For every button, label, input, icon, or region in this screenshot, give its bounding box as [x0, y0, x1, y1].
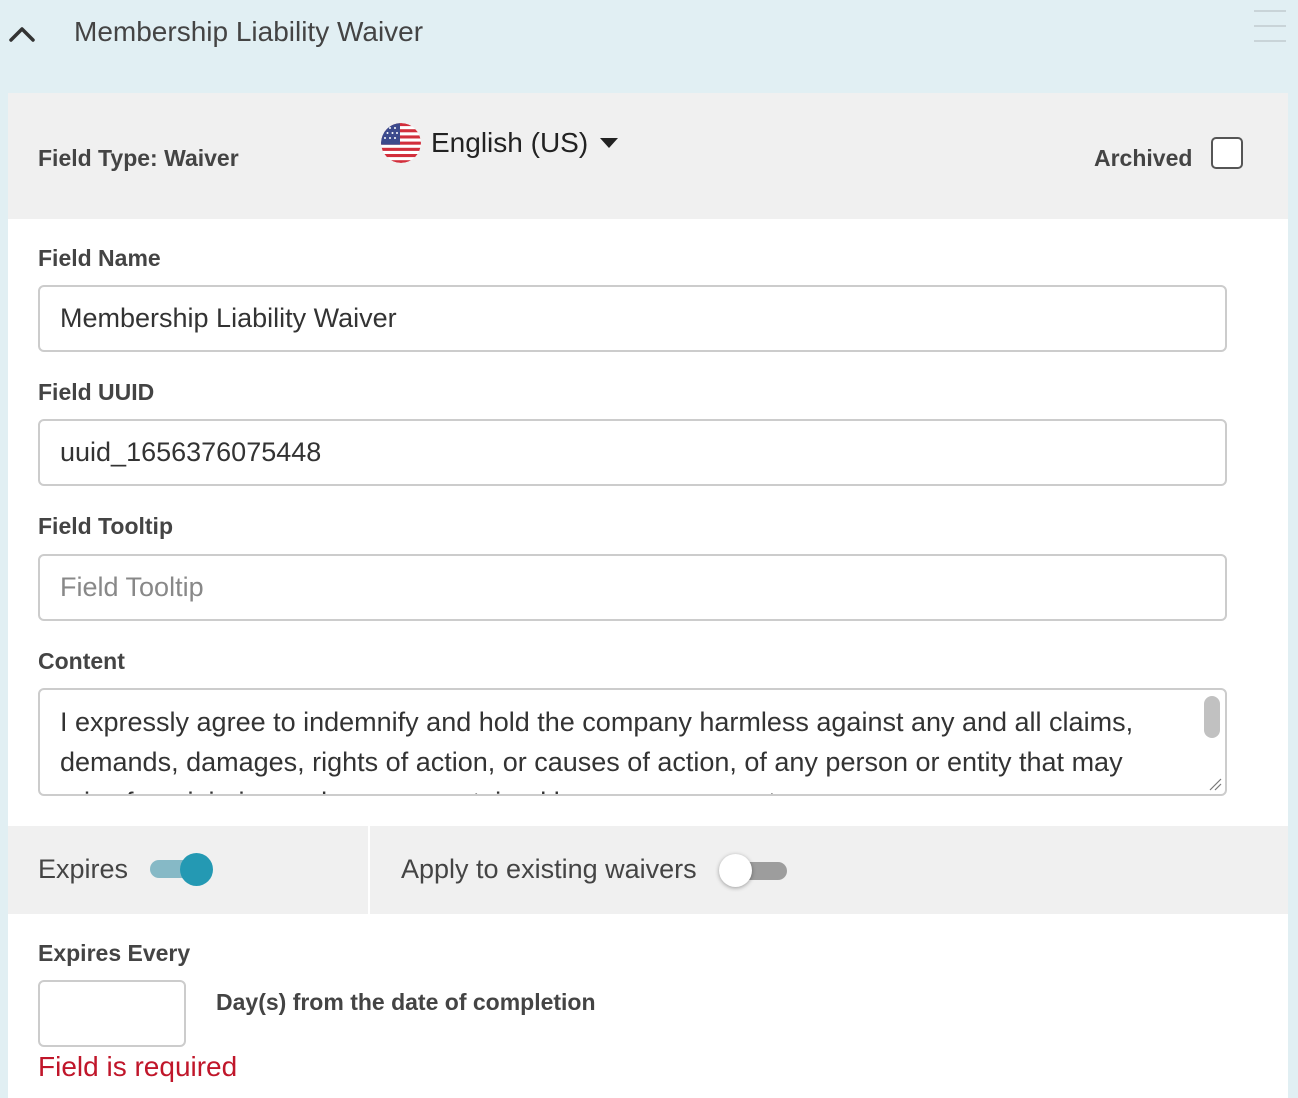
apply-toggle-knob — [719, 854, 752, 887]
apply-existing-toggle[interactable] — [719, 854, 791, 888]
expires-toggle[interactable] — [150, 852, 214, 886]
field-uuid-input[interactable] — [38, 419, 1227, 486]
field-name-input[interactable] — [38, 285, 1227, 352]
language-label: English (US) — [431, 127, 589, 158]
content-label: Content — [38, 648, 125, 674]
caret-down-icon — [600, 138, 619, 148]
expires-every-input[interactable] — [38, 980, 186, 1047]
language-selector[interactable]: English (US) — [381, 123, 619, 163]
field-name-label: Field Name — [38, 245, 161, 271]
apply-existing-label: Apply to existing waivers — [401, 854, 697, 884]
field-tooltip-input[interactable] — [38, 554, 1227, 621]
field-type-label: Field Type: Waiver — [38, 145, 239, 171]
section-header: Membership Liability Waiver — [0, 0, 1298, 93]
us-flag-icon — [381, 123, 421, 163]
expires-label: Expires — [38, 854, 129, 884]
field-uuid-label: Field UUID — [38, 379, 155, 405]
section-title: Membership Liability Waiver — [74, 16, 424, 47]
toggle-divider — [368, 826, 370, 914]
drag-handle-icon[interactable] — [1254, 8, 1288, 44]
expires-toggle-knob — [180, 853, 213, 886]
days-unit-label: Day(s) from the date of completion — [216, 989, 596, 1015]
field-editor-panel: Field Type: Waiver English (US) Archived… — [8, 93, 1288, 1098]
required-error: Field is required — [38, 1051, 238, 1082]
field-tooltip-label: Field Tooltip — [38, 513, 173, 539]
chevron-up-icon[interactable] — [8, 22, 38, 46]
archived-label: Archived — [1094, 145, 1193, 171]
field-toolbar: Field Type: Waiver English (US) Archived — [8, 93, 1288, 219]
content-scrollbar[interactable] — [1204, 696, 1220, 738]
content-textarea[interactable]: I expressly agree to indemnify and hold … — [38, 688, 1227, 796]
expires-every-label: Expires Every — [38, 940, 191, 966]
expiry-toggle-bar: Expires Apply to existing waivers — [8, 826, 1288, 914]
archived-checkbox[interactable] — [1211, 137, 1243, 169]
resize-handle-icon[interactable] — [1206, 775, 1222, 791]
content-text: I expressly agree to indemnify and hold … — [60, 707, 1134, 794]
